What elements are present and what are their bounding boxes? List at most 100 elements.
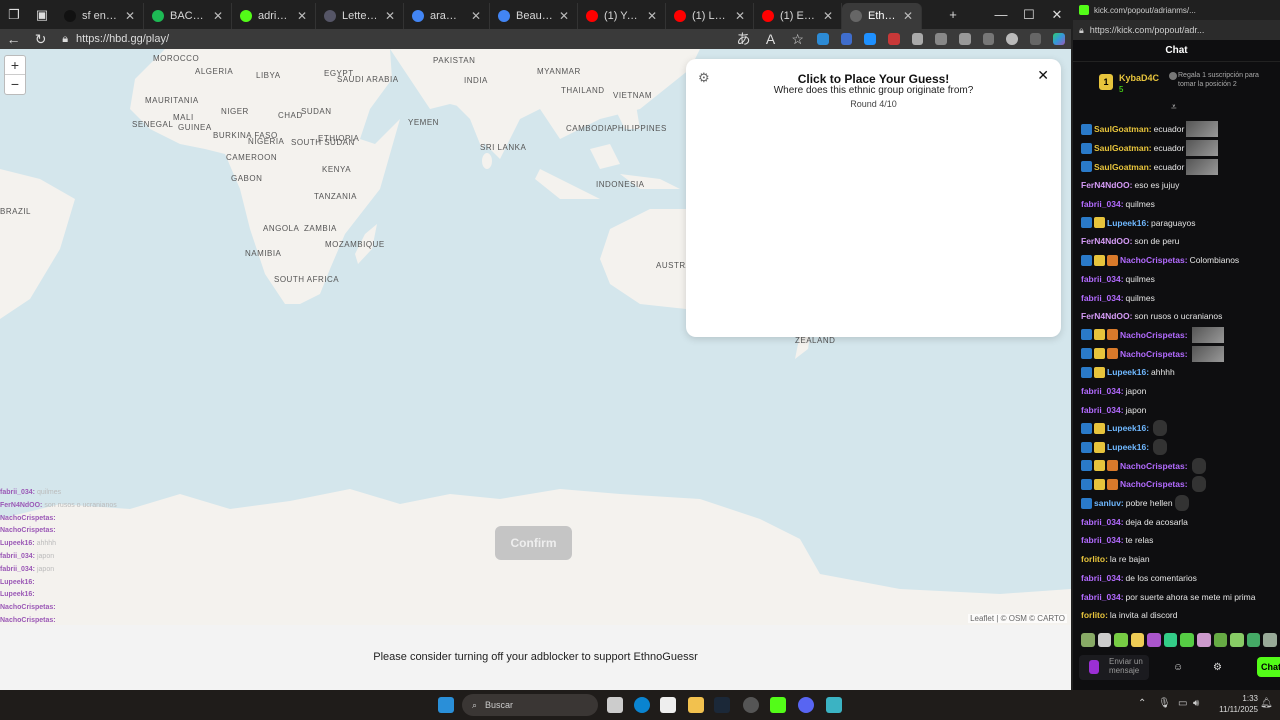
chat-username[interactable]: fabrii_034: <box>1081 386 1124 396</box>
chat-username[interactable]: SaulGoatman: <box>1094 162 1152 172</box>
chat-username[interactable]: Lupeek16: <box>1107 367 1149 377</box>
workspaces-icon[interactable]: ❐ <box>0 7 28 23</box>
tab-close-icon[interactable]: ✕ <box>735 9 745 23</box>
emote-icon[interactable] <box>1097 633 1112 647</box>
mic-icon[interactable] <box>1089 660 1099 674</box>
new-tab-button[interactable]: + <box>939 7 967 22</box>
tab-9[interactable]: (1) El Gol que ✕ <box>754 3 842 29</box>
taskbar-search[interactable]: ⌕ Buscar <box>462 694 598 716</box>
tab-close-icon[interactable]: ✕ <box>559 9 569 23</box>
emote-icon[interactable] <box>1213 633 1228 647</box>
translate-icon[interactable]: あ <box>730 29 757 49</box>
map-attribution[interactable]: Leaflet | © OSM © CARTO <box>968 614 1067 623</box>
settings-gear-icon[interactable]: ⚙ <box>1213 662 1222 673</box>
profile-avatar[interactable] <box>1006 33 1018 45</box>
tray-chevron-icon[interactable]: ⌃ <box>1138 698 1146 709</box>
tab-3[interactable]: adrianm ✕ <box>232 3 316 29</box>
chat-username[interactable]: SaulGoatman: <box>1094 124 1152 134</box>
chat-username[interactable]: NachoCrispetas: <box>1120 479 1188 489</box>
notepad-icon[interactable] <box>826 697 842 713</box>
tab-4[interactable]: Letterboxd • S ✕ <box>316 3 404 29</box>
zoom-in-button[interactable]: + <box>5 56 25 75</box>
chat-username[interactable]: fabrii_034: <box>1081 293 1124 303</box>
chat-username[interactable]: Lupeek16: <box>1107 218 1149 228</box>
notification-bell-icon[interactable]: 🔔︎ <box>1260 698 1273 709</box>
chat-send-button[interactable]: Chat <box>1257 657 1280 677</box>
tab-close-icon[interactable]: ✕ <box>125 9 135 23</box>
tab-close-icon[interactable]: ✕ <box>903 9 913 23</box>
minimize-button[interactable]: — <box>987 7 1015 22</box>
tab-7[interactable]: (1) YouTube ✕ <box>578 3 666 29</box>
chat-username[interactable]: FerN4NdOO: <box>1081 180 1132 190</box>
favorite-star-icon[interactable]: ☆ <box>784 31 811 48</box>
steam-icon[interactable] <box>714 697 730 713</box>
favorites-icon[interactable] <box>982 33 995 45</box>
clock[interactable]: 1:33 11/11/2025 <box>1219 693 1258 715</box>
folder-icon[interactable] <box>688 697 704 713</box>
close-window-button[interactable]: ✕ <box>1043 7 1071 23</box>
split-screen-icon[interactable] <box>958 33 971 45</box>
emote-icon[interactable] <box>1147 633 1161 647</box>
chat-username[interactable]: NachoCrispetas: <box>1120 461 1188 471</box>
tab-2[interactable]: BACK TO ✕ <box>144 3 232 29</box>
discord-icon[interactable] <box>798 697 814 713</box>
emote-icon[interactable] <box>1263 633 1277 647</box>
chat-username[interactable]: fabrii_034: <box>1081 199 1124 209</box>
emote-icon[interactable] <box>1197 633 1211 647</box>
site-info-icon[interactable]: 🔒︎ <box>1079 25 1084 36</box>
read-aloud-icon[interactable]: A <box>757 31 784 47</box>
chat-username[interactable]: fabrii_034: <box>1081 592 1124 602</box>
zoom-out-button[interactable]: − <box>5 75 25 94</box>
chat-username[interactable]: NachoCrispetas: <box>1120 330 1188 340</box>
obs-icon[interactable] <box>743 697 759 713</box>
chat-username[interactable]: forlito: <box>1081 554 1108 564</box>
chat-username[interactable]: forlito: <box>1081 610 1108 620</box>
chat-username[interactable]: fabrii_034: <box>1081 535 1124 545</box>
chat-username[interactable]: fabrii_034: <box>1081 573 1124 583</box>
volume-icon[interactable]: 🔊︎ <box>1193 698 1199 709</box>
extension-icon[interactable] <box>817 33 829 45</box>
tab-1[interactable]: sf en X: "https: ✕ <box>56 3 144 29</box>
chat-username[interactable]: NachoCrispetas: <box>1120 349 1188 359</box>
tab-close-icon[interactable]: ✕ <box>471 9 481 23</box>
kick-app-icon[interactable] <box>770 697 786 713</box>
refresh-icon[interactable]: ↻ <box>27 31 54 48</box>
tab-close-icon[interactable]: ✕ <box>385 9 395 23</box>
copilot-icon[interactable] <box>1053 33 1065 45</box>
back-icon[interactable]: ← <box>0 31 27 47</box>
emote-picker-icon[interactable]: ☺ <box>1173 662 1183 673</box>
emote-icon[interactable] <box>1180 633 1195 647</box>
site-info-icon[interactable]: 🔒︎ <box>62 33 68 46</box>
chat-username[interactable]: NachoCrispetas: <box>1120 255 1188 265</box>
tab-actions-icon[interactable]: ▣ <box>28 7 56 23</box>
tab-5[interactable]: arams - Buscar ✕ <box>404 3 490 29</box>
chat-username[interactable]: fabrii_034: <box>1081 405 1124 415</box>
close-panel-button[interactable]: ✕ <box>1037 67 1049 84</box>
tab-10[interactable]: EthnoGuessr ✕ <box>842 3 922 29</box>
tab-close-icon[interactable]: ✕ <box>213 9 223 23</box>
edge-icon[interactable] <box>634 697 650 713</box>
emote-icon[interactable] <box>1081 633 1095 647</box>
extension-icon[interactable] <box>888 33 900 45</box>
store-icon[interactable] <box>660 697 676 713</box>
extension-icon[interactable] <box>840 33 853 45</box>
maximize-button[interactable]: ☐ <box>1015 7 1043 23</box>
mic-tray-icon[interactable]: 🎙︎ <box>1158 698 1171 709</box>
emote-icon[interactable] <box>1130 633 1145 647</box>
more-menu-icon[interactable] <box>1029 33 1042 45</box>
tab-8[interactable]: (1) Last Minute ✕ <box>666 3 754 29</box>
chat-username[interactable]: Lupeek16: <box>1107 423 1149 433</box>
chat-username[interactable]: SaulGoatman: <box>1094 143 1152 153</box>
extension-icon[interactable] <box>864 33 877 45</box>
collapse-icon[interactable]: ⩡ <box>1171 102 1177 113</box>
task-view-icon[interactable] <box>607 697 623 713</box>
chat-username[interactable]: FerN4NdOO: <box>1081 311 1132 321</box>
chat-username[interactable]: FerN4NdOO: <box>1081 236 1132 246</box>
emote-icon[interactable] <box>1246 633 1261 647</box>
chat-username[interactable]: sanluv: <box>1094 498 1124 508</box>
extensions-puzzle-icon[interactable] <box>935 33 947 45</box>
confirm-button[interactable]: Confirm <box>495 526 572 560</box>
tab-close-icon[interactable]: ✕ <box>297 9 307 23</box>
network-icon[interactable]: ▭ <box>1178 698 1187 709</box>
tab-6[interactable]: Beautiful Boy ✕ <box>490 3 578 29</box>
